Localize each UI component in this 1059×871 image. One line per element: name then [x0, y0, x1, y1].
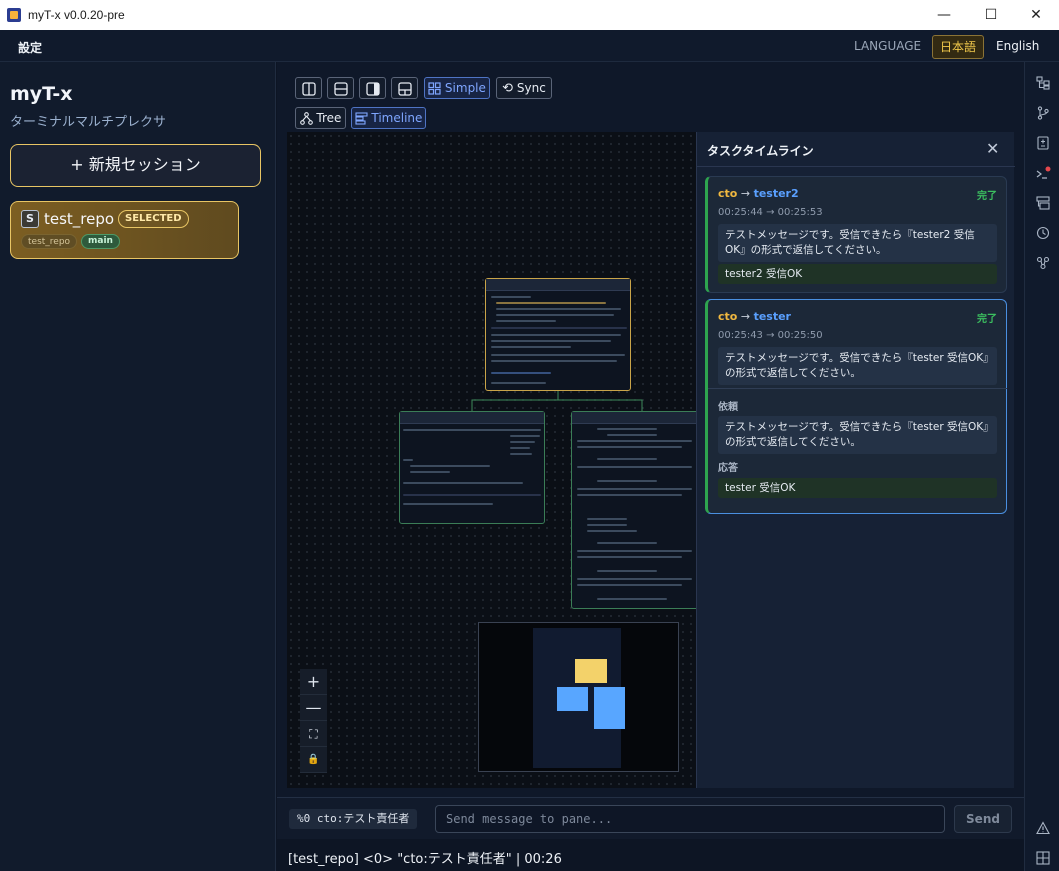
sync-icon: ⟲ [502, 81, 514, 96]
task-message: テストメッセージです。受信できたら『tester2 受信OK』の形式で返信してく… [718, 224, 997, 262]
lock-button[interactable]: 🔒 [300, 747, 327, 773]
task-card-selected[interactable]: cto → tester 完了 00:25:43 → 00:25:50 テストメ… [705, 299, 1007, 514]
tree-label: Tree [316, 111, 342, 125]
layout-bottom-icon [397, 81, 412, 96]
git-branch-icon[interactable] [1035, 106, 1051, 122]
task-request: テストメッセージです。受信できたら『tester 受信OK』の形式で返信してくだ… [718, 416, 997, 454]
history-icon[interactable] [1035, 226, 1051, 242]
graph-node-tester2[interactable] [399, 411, 545, 524]
task-card[interactable]: cto → tester2 完了 00:25:44 → 00:25:53 テスト… [705, 176, 1007, 293]
task-from: cto [718, 187, 738, 200]
task-message: テストメッセージです。受信できたら『tester 受信OK』の形式で返信してくだ… [718, 347, 997, 385]
hierarchy-icon[interactable] [1035, 76, 1051, 92]
message-input[interactable] [435, 805, 945, 833]
task-to: tester2 [753, 187, 799, 200]
split-horizontal-button[interactable] [327, 77, 354, 99]
session-name: test_repo [44, 210, 115, 228]
language-label: LANGUAGE [854, 39, 922, 53]
close-window-button[interactable]: ✕ [1013, 0, 1059, 30]
response-label: 応答 [718, 463, 738, 474]
zoom-in-button[interactable]: + [300, 669, 327, 695]
graph-node-tester[interactable] [571, 411, 701, 609]
diff-icon[interactable] [1035, 136, 1051, 152]
request-label: 依頼 [718, 402, 738, 413]
language-english-button[interactable]: English [989, 35, 1046, 59]
close-timeline-button[interactable]: ✕ [986, 139, 999, 158]
split-vertical-button[interactable] [295, 77, 322, 99]
warning-icon[interactable] [1035, 821, 1051, 837]
timeline-label: Timeline [371, 111, 423, 125]
sidebar-layout-button[interactable] [359, 77, 386, 99]
task-status: 完了 [977, 314, 997, 325]
task-timeline-panel: タスクタイムライン ✕ cto → tester2 完了 00:25:44 → … [696, 132, 1015, 788]
layout-right-icon [365, 81, 380, 96]
target-pane-tag: %0 cto:テスト責任者 [289, 809, 418, 829]
task-arrow: → [737, 187, 754, 200]
task-status: 完了 [977, 191, 997, 202]
sync-button[interactable]: ⟲ Sync [496, 77, 552, 99]
session-badge: S [21, 210, 39, 228]
window-title: myT-x v0.0.20-pre [28, 8, 125, 22]
timeline-title: タスクタイムライン [707, 144, 814, 158]
mcp-icon[interactable] [1035, 256, 1051, 272]
tree-icon [299, 112, 313, 125]
task-response: tester2 受信OK [718, 264, 997, 284]
task-response: tester 受信OK [718, 478, 997, 498]
selected-badge: SELECTED [118, 210, 189, 228]
fit-view-button[interactable]: ⛶ [300, 721, 327, 747]
right-rail [1024, 62, 1059, 871]
new-session-button[interactable]: + 新規セッション [10, 144, 261, 187]
status-text: [test_repo] <0> "cto:テスト責任者" | 00:26 [288, 852, 562, 867]
send-button[interactable]: Send [954, 805, 1012, 833]
grid-view-icon [428, 82, 441, 95]
timeline-button[interactable]: Timeline [351, 107, 426, 129]
sync-label: Sync [516, 81, 546, 95]
sidebar: myT-x ターミナルマルチプレクサ + 新規セッション S test_repo… [0, 62, 276, 871]
split-vertical-icon [301, 81, 316, 96]
settings-menu[interactable]: 設定 [18, 39, 42, 56]
zoom-out-button[interactable]: — [300, 695, 327, 721]
message-bar: %0 cto:テスト責任者 Send [277, 797, 1024, 839]
task-from: cto [718, 310, 738, 323]
node-header [572, 412, 700, 424]
node-header [486, 279, 630, 291]
branch-tag: main [81, 234, 120, 249]
task-arrow: → [737, 310, 754, 323]
task-time: 00:25:44 → 00:25:53 [718, 207, 823, 218]
window-titlebar: myT-x v0.0.20-pre — ☐ ✕ [0, 0, 1059, 30]
app-icon [7, 8, 21, 22]
simple-label: Simple [444, 81, 486, 95]
session-card[interactable]: S test_repo SELECTED test_repo main [10, 201, 239, 259]
node-header [400, 412, 544, 424]
app-subtitle: ターミナルマルチプレクサ [10, 115, 167, 130]
minimize-button[interactable]: — [921, 0, 967, 30]
language-japanese-button[interactable]: 日本語 [932, 35, 985, 59]
grid-icon[interactable] [1035, 851, 1051, 867]
graph-node-cto[interactable] [485, 278, 631, 391]
app-name: myT-x [10, 83, 73, 105]
terminal-alert-icon[interactable] [1035, 166, 1051, 182]
minimap[interactable] [478, 622, 679, 772]
split-horizontal-icon [333, 81, 348, 96]
task-to: tester [753, 310, 791, 323]
minimap-node-selected [575, 659, 607, 683]
minimap-node [594, 687, 625, 729]
layout-icon[interactable] [1035, 196, 1051, 212]
repo-tag: test_repo [21, 234, 78, 249]
tree-button[interactable]: Tree [295, 107, 346, 129]
task-time: 00:25:43 → 00:25:50 [718, 330, 823, 341]
maximize-button[interactable]: ☐ [968, 0, 1014, 30]
minimap-node [557, 687, 588, 711]
bottom-layout-button[interactable] [391, 77, 418, 99]
status-line: [test_repo] <0> "cto:テスト責任者" | 00:26 [277, 839, 1024, 871]
menu-bar: 設定 LANGUAGE 日本語 English [0, 30, 1059, 62]
timeline-icon [355, 112, 368, 125]
simple-button[interactable]: Simple [424, 77, 490, 99]
